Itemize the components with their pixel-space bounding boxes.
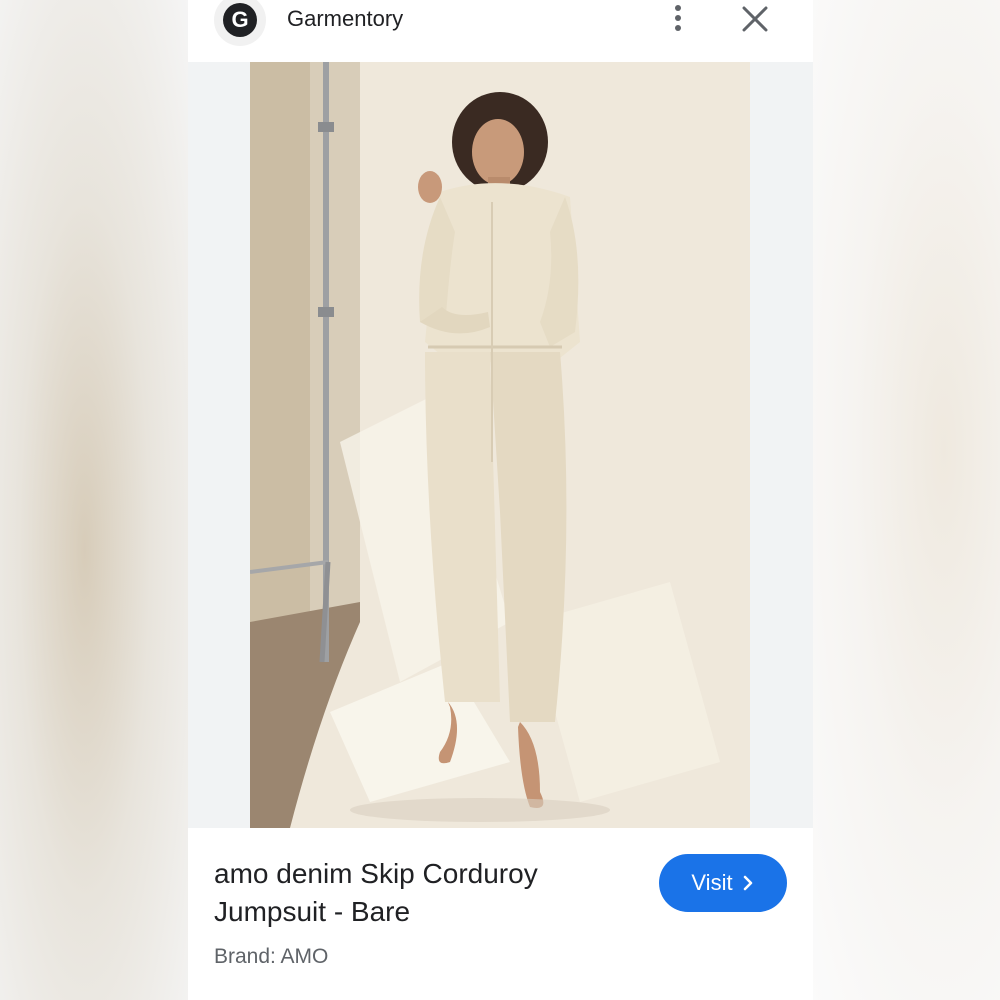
product-brand: Brand: AMO — [214, 945, 329, 968]
result-header: G Garmentory — [188, 0, 813, 62]
product-title[interactable]: amo denim Skip Corduroy Jumpsuit - Bare — [214, 855, 614, 931]
visit-button-label: Visit — [691, 870, 733, 895]
site-name[interactable]: Garmentory — [287, 6, 403, 32]
site-logo[interactable]: G — [214, 0, 266, 46]
product-photo[interactable] — [250, 62, 750, 828]
close-icon[interactable] — [738, 0, 772, 38]
lens-result-card: G Garmentory amo denim Skip Corduroy Jum… — [188, 0, 813, 1000]
backdrop-right — [812, 0, 1000, 1000]
chevron-right-icon — [743, 875, 752, 891]
product-image-area — [188, 62, 813, 828]
visit-button[interactable]: Visit — [659, 854, 787, 912]
product-title-line1: amo denim Skip Corduroy — [214, 858, 538, 889]
more-vert-icon[interactable] — [662, 0, 694, 36]
product-title-line2: Jumpsuit - Bare — [214, 896, 411, 927]
logo-letter: G — [223, 3, 257, 37]
backdrop-left — [0, 0, 188, 1000]
